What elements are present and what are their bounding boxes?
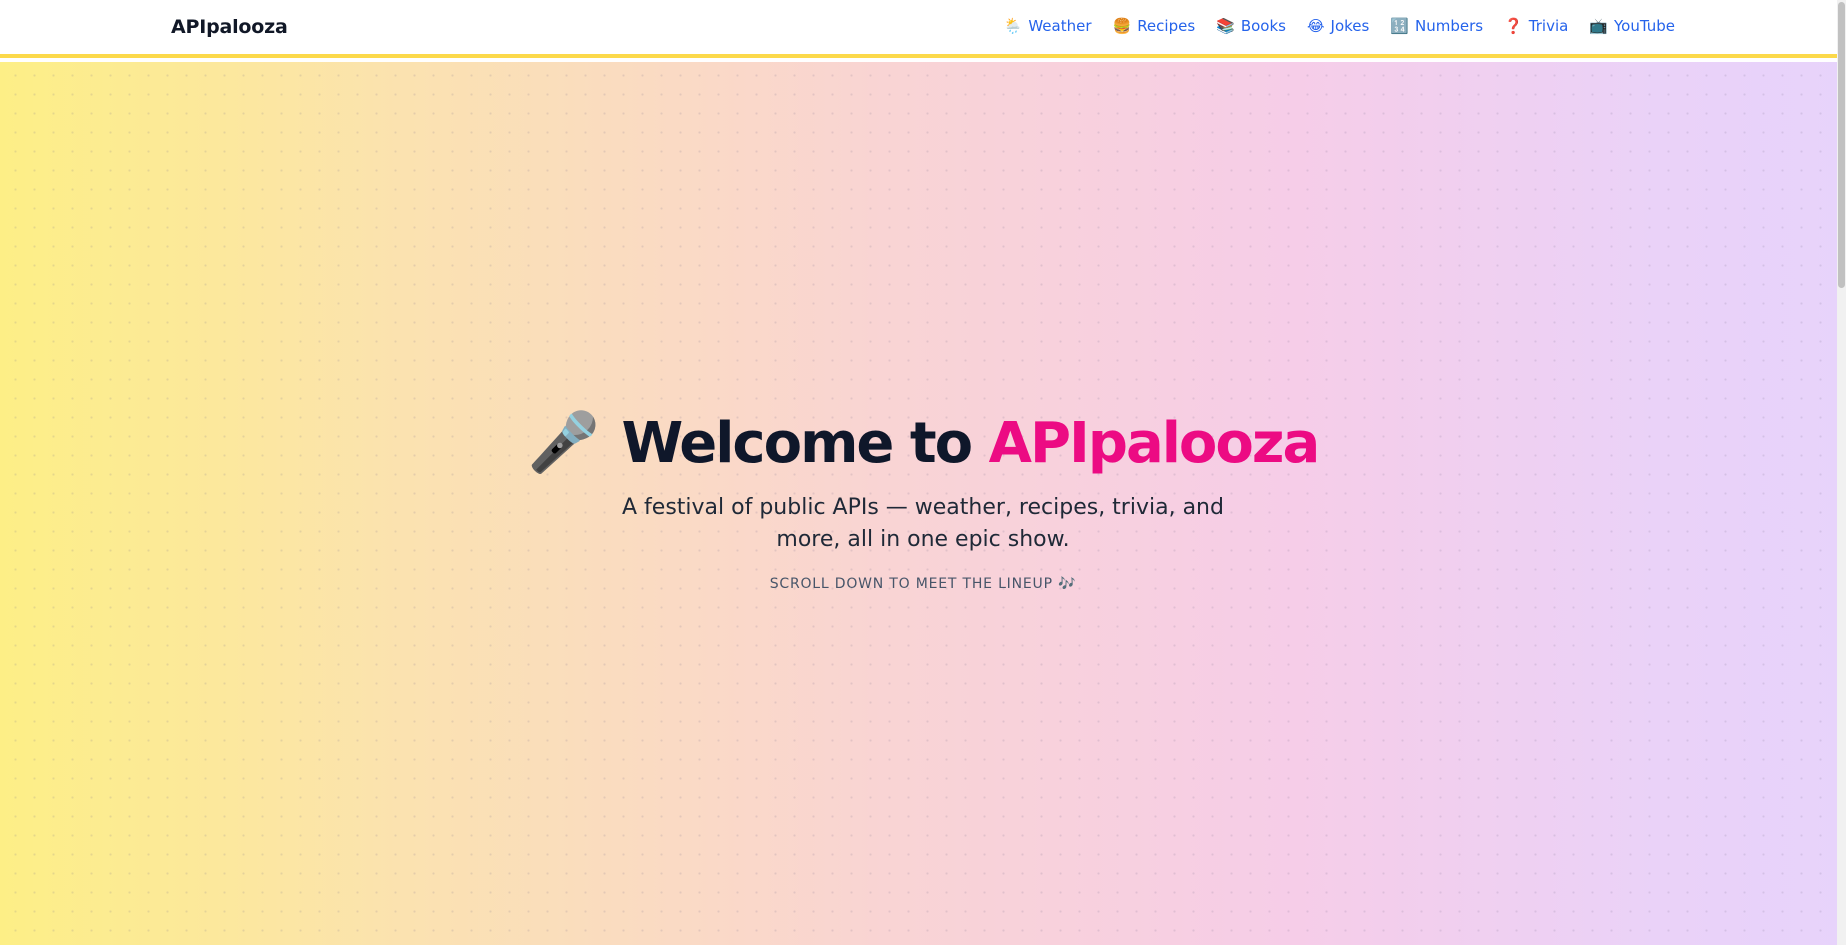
nav-link-label: Jokes (1330, 17, 1370, 35)
nav-link-numbers[interactable]: 🔢 Numbers (1390, 17, 1483, 35)
nav-link-label: Weather (1028, 17, 1092, 35)
nav-link-youtube[interactable]: 📺 YouTube (1589, 17, 1675, 35)
hero-content: 🎤 Welcome to APIpalooza A festival of pu… (0, 406, 1846, 592)
page: APIpalooza 🌦️ Weather 🍔 Recipes 📚 Books … (0, 0, 1846, 945)
nav-link-label: Books (1240, 17, 1286, 35)
scroll-hint: SCROLL DOWN TO MEET THE LINEUP 🎶 (769, 576, 1077, 592)
nav-links: 🌦️ Weather 🍔 Recipes 📚 Books 😂 Jokes 🔢 N… (1004, 17, 1675, 35)
weather-icon: 🌦️ (1003, 17, 1023, 35)
hero-section: 🎤 Welcome to APIpalooza A festival of pu… (0, 62, 1846, 945)
nav-link-label: Recipes (1137, 17, 1196, 35)
television-icon: 📺 (1589, 17, 1608, 35)
numbers-icon: 🔢 (1390, 17, 1410, 35)
nav-link-jokes[interactable]: 😂 Jokes (1307, 17, 1369, 35)
laughing-face-icon: 😂 (1307, 17, 1325, 35)
nav-link-label: Trivia (1528, 17, 1569, 35)
page-scrollbar[interactable] (1837, 0, 1846, 945)
top-navbar: APIpalooza 🌦️ Weather 🍔 Recipes 📚 Books … (0, 0, 1846, 58)
nav-link-books[interactable]: 📚 Books (1216, 17, 1286, 35)
hero-subtitle: A festival of public APIs — weather, rec… (622, 495, 1224, 552)
books-icon: 📚 (1216, 17, 1235, 35)
hero-title-prefix: Welcome to (621, 411, 973, 476)
brand-logo[interactable]: APIpalooza (171, 16, 288, 38)
nav-link-trivia[interactable]: ❓ Trivia (1504, 17, 1568, 35)
microphone-icon: 🎤 (527, 408, 600, 476)
scrollbar-thumb[interactable] (1838, 2, 1845, 288)
nav-link-recipes[interactable]: 🍔 Recipes (1113, 17, 1196, 35)
question-mark-icon: ❓ (1504, 17, 1523, 35)
nav-link-label: YouTube (1614, 17, 1675, 35)
nav-link-label: Numbers (1415, 17, 1484, 35)
hero-title: 🎤 Welcome to APIpalooza (0, 406, 1846, 480)
hero-title-brand: APIpalooza (988, 411, 1321, 476)
nav-link-weather[interactable]: 🌦️ Weather (1004, 17, 1092, 35)
burger-icon: 🍔 (1112, 17, 1132, 35)
